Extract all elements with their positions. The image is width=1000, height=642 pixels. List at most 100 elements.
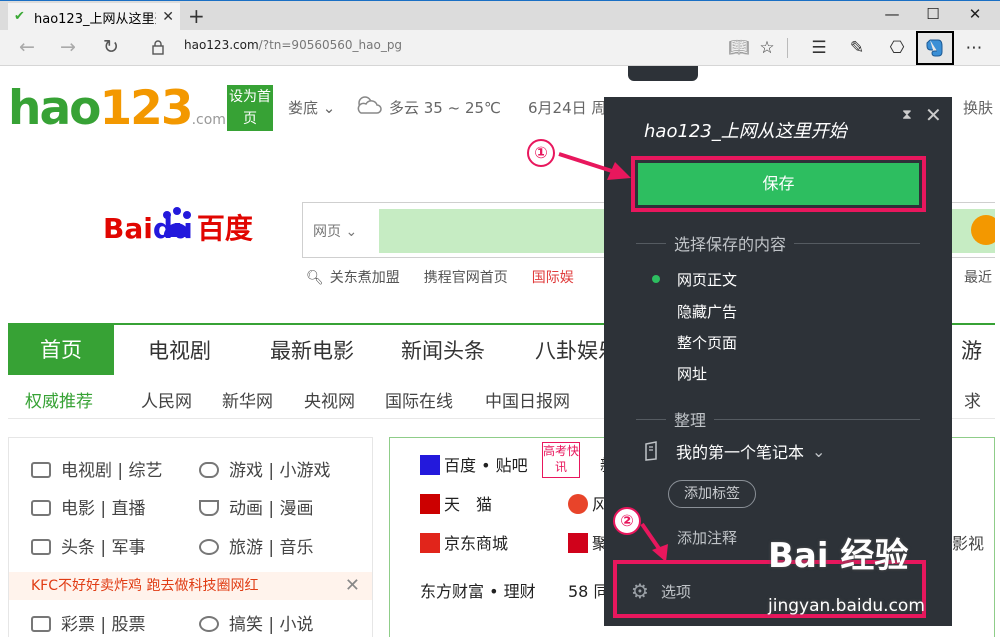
left-category-list: 电视剧 | 综艺 游戏 | 小游戏 电影 | 直播 动画 | 漫画 头条 | 军…: [8, 437, 373, 637]
close-icon[interactable]: ✕: [925, 103, 942, 127]
recommend-link[interactable]: 国际在线: [385, 387, 453, 412]
minimize-icon[interactable]: —: [872, 5, 912, 23]
logo-number: 123: [99, 81, 193, 136]
hot-search-link[interactable]: 国际娱: [532, 270, 574, 286]
favorite-star-icon[interactable]: ☆: [755, 38, 779, 58]
divider: [794, 242, 920, 244]
panel-pointer: [628, 66, 698, 81]
site-link[interactable]: 聚: [568, 530, 608, 554]
list-item[interactable]: 电视剧 | 综艺: [31, 456, 163, 481]
lock-icon: [152, 40, 164, 55]
option-full-page[interactable]: 整个页面: [677, 332, 737, 353]
arrow-to-save-icon: [558, 152, 631, 180]
list-item-label: 游戏 | 小游戏: [229, 461, 331, 481]
options-button[interactable]: ⚙ 选项: [631, 579, 691, 603]
hot-search-link[interactable]: 最近: [964, 267, 992, 287]
list-item[interactable]: 动画 | 漫画: [199, 494, 314, 519]
evernote-extension-button[interactable]: [916, 31, 954, 65]
option-article[interactable]: 网页正文: [677, 269, 737, 290]
list-item[interactable]: 游戏 | 小游戏: [199, 456, 331, 481]
recommend-link[interactable]: 人民网: [141, 387, 192, 412]
list-item-label: 头条 | 军事: [61, 538, 146, 558]
lottery-icon: [31, 616, 51, 632]
hao123-logo[interactable]: hao123.com: [8, 81, 226, 136]
news-icon: [31, 539, 51, 555]
hot-search-link[interactable]: 携程官网首页: [424, 270, 508, 286]
recommend-label: 权威推荐: [25, 392, 93, 412]
recommend-link[interactable]: 中国日报网: [485, 387, 570, 412]
browser-tab[interactable]: ✔ hao123_上网从这里开始 ✕: [8, 3, 180, 31]
cloudy-weather-icon: [357, 96, 382, 114]
maximize-icon[interactable]: ☐: [913, 5, 953, 23]
options-label: 选项: [660, 582, 691, 601]
tab-movies[interactable]: 最新电影: [270, 335, 354, 365]
baidu-paw-icon: [163, 207, 191, 237]
recommend-link[interactable]: 求: [964, 387, 981, 412]
hub-icon[interactable]: ☰: [807, 38, 831, 58]
collapse-icon[interactable]: ⧗: [902, 107, 912, 123]
url-host: hao123.com: [184, 38, 259, 52]
skin-link[interactable]: 换肤: [963, 97, 993, 118]
recommend-link[interactable]: 央视网: [304, 387, 355, 412]
list-item[interactable]: 头条 | 军事: [31, 533, 146, 558]
hot-search-link[interactable]: 关东煮加盟: [330, 270, 400, 286]
refresh-icon[interactable]: ↻: [96, 36, 126, 58]
film-icon: [31, 500, 51, 516]
set-home-button[interactable]: 设为首页: [227, 85, 273, 131]
back-icon[interactable]: ←: [12, 36, 42, 58]
gaokao-badge[interactable]: 高考快讯: [542, 442, 580, 478]
tab-home[interactable]: 首页: [8, 325, 114, 375]
site-link[interactable]: 京东商城: [420, 530, 508, 554]
search-orb-icon[interactable]: [971, 215, 995, 245]
toolbar-divider: [787, 38, 788, 58]
option-bookmark[interactable]: 网址: [677, 363, 707, 384]
option-simplified[interactable]: 隐藏广告: [677, 301, 737, 322]
web-note-icon[interactable]: ✎: [845, 38, 869, 58]
save-button[interactable]: 保存: [638, 163, 919, 205]
search-type-select[interactable]: 网页 ⌄: [313, 221, 357, 241]
selected-dot-icon: [652, 275, 660, 283]
tab-tv[interactable]: 电视剧: [148, 335, 211, 365]
clip-title[interactable]: hao123_上网从这里开始: [644, 117, 847, 143]
city-selector[interactable]: 娄底 ⌄: [288, 97, 335, 118]
list-item-label: 彩票 | 股票: [61, 615, 146, 635]
arrow-to-options-icon: [640, 522, 668, 562]
tab-news[interactable]: 新闻头条: [401, 335, 485, 365]
browser-window: ✔ hao123_上网从这里开始 ✕ + — ☐ ✕ ← → ↻ hao123.…: [0, 0, 1000, 642]
list-item[interactable]: 旅游 | 音乐: [199, 533, 314, 558]
watermark-url: jingyan.baidu.com: [768, 596, 925, 616]
chevron-down-icon: ⌄: [345, 224, 358, 240]
close-tab-icon[interactable]: ✕: [162, 9, 174, 25]
forward-icon[interactable]: →: [53, 36, 83, 58]
close-ad-icon[interactable]: ✕: [345, 572, 360, 600]
reading-view-icon[interactable]: 📖︎: [727, 38, 751, 58]
fenghuang-icon: [568, 494, 588, 514]
date-text: 6月24日 周: [528, 99, 607, 117]
list-item[interactable]: 搞笑 | 小说: [199, 610, 314, 635]
search-icon: 🔍︎: [306, 270, 324, 286]
notebook-selector[interactable]: 我的第一个笔记本 ⌄: [644, 439, 825, 463]
shirt-icon: [199, 500, 219, 516]
section-label: 选择保存的内容: [674, 235, 787, 254]
add-comment-field[interactable]: 添加注释: [677, 527, 737, 548]
tmall-icon: [420, 494, 440, 514]
recommend-link[interactable]: 新华网: [222, 387, 273, 412]
baidu-watermark: Bai 经验: [768, 536, 909, 576]
site-link-fragment[interactable]: 影视: [952, 530, 984, 554]
site-link[interactable]: 东方财富 • 理财: [420, 578, 536, 602]
tab-games[interactable]: 游: [961, 335, 982, 365]
add-tag-button[interactable]: 添加标签: [668, 480, 756, 508]
save-highlight-box: 保存: [631, 156, 926, 212]
list-item[interactable]: 电影 | 直播: [31, 494, 146, 519]
share-icon[interactable]: ⎔: [885, 38, 909, 58]
site-link[interactable]: 百度 • 贴吧: [420, 452, 528, 476]
list-item[interactable]: 彩票 | 股票: [31, 610, 146, 635]
site-link[interactable]: 风: [568, 491, 608, 515]
ad-banner[interactable]: KFC不好好卖炸鸡 跑去做科技圈网红 ✕: [9, 572, 372, 600]
baidu-paw-icon: [420, 455, 440, 475]
address-bar[interactable]: hao123.com/?tn=90560560_hao_pg: [184, 38, 402, 52]
more-icon[interactable]: ⋯: [962, 38, 986, 58]
new-tab-icon[interactable]: +: [188, 4, 205, 28]
site-link[interactable]: 天 猫: [420, 491, 492, 515]
close-window-icon[interactable]: ✕: [955, 5, 995, 23]
